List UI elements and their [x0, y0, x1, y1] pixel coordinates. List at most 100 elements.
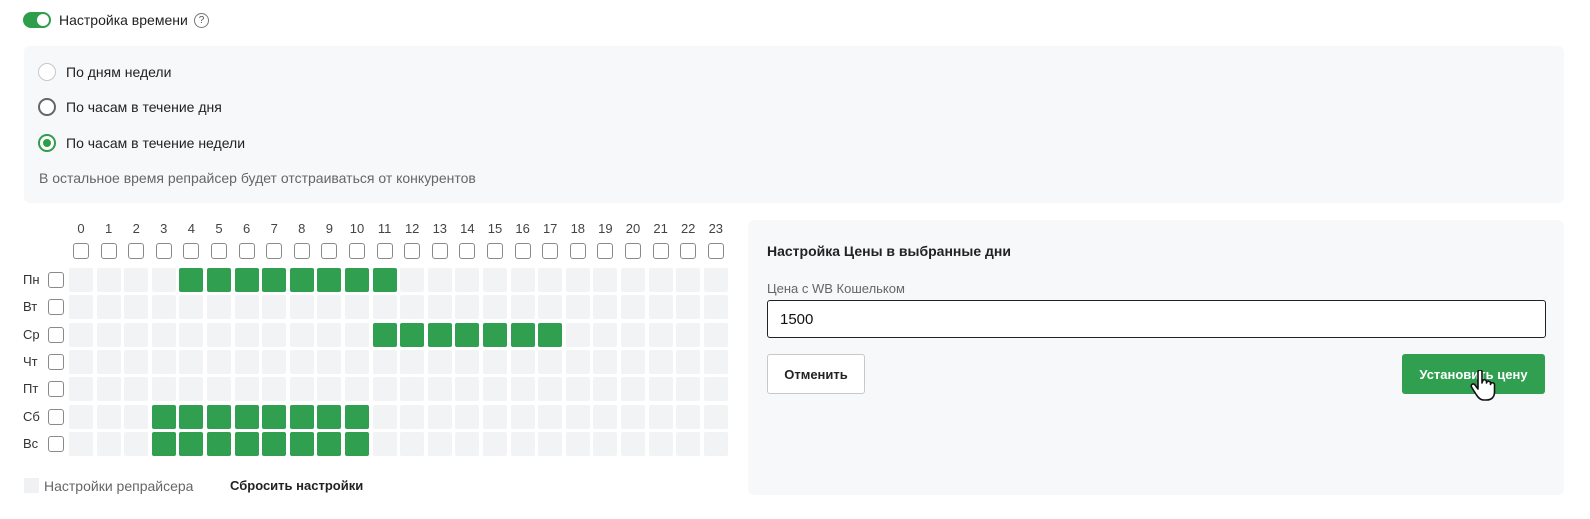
schedule-cell[interactable] — [207, 377, 231, 402]
schedule-cell[interactable] — [124, 268, 149, 292]
hour-column-checkbox[interactable] — [238, 243, 255, 259]
schedule-cell[interactable] — [262, 377, 287, 402]
schedule-cell[interactable] — [593, 377, 618, 402]
schedule-cell[interactable] — [262, 349, 287, 374]
radio-button[interactable] — [38, 63, 56, 81]
schedule-cell[interactable] — [510, 349, 535, 374]
schedule-cell[interactable] — [455, 404, 480, 429]
day-row-checkbox[interactable] — [48, 408, 64, 425]
schedule-cell[interactable] — [96, 404, 121, 429]
schedule-cell[interactable] — [96, 268, 121, 292]
schedule-cell[interactable] — [565, 268, 590, 292]
schedule-cell-selected[interactable] — [207, 268, 231, 292]
schedule-cell[interactable] — [676, 268, 701, 292]
schedule-cell[interactable] — [510, 404, 535, 429]
schedule-cell-selected[interactable] — [400, 322, 425, 347]
hour-column-checkbox[interactable] — [211, 243, 227, 259]
schedule-cell[interactable] — [262, 295, 287, 320]
mode-option-weekdays[interactable]: По дням недели — [38, 61, 171, 83]
schedule-cell[interactable] — [510, 268, 535, 292]
schedule-cell[interactable] — [427, 295, 452, 320]
schedule-cell[interactable] — [372, 431, 397, 456]
schedule-cell-selected[interactable] — [372, 268, 397, 292]
hour-column-checkbox[interactable] — [376, 243, 393, 259]
day-row-checkbox[interactable] — [48, 435, 64, 452]
schedule-cell[interactable] — [207, 322, 231, 347]
schedule-cell[interactable] — [648, 295, 673, 320]
schedule-cell-selected[interactable] — [317, 404, 342, 429]
schedule-cell[interactable] — [676, 295, 701, 320]
schedule-cell[interactable] — [427, 431, 452, 456]
hour-column-checkbox[interactable] — [625, 243, 641, 259]
schedule-cell[interactable] — [510, 377, 535, 402]
schedule-cell[interactable] — [538, 349, 563, 374]
schedule-cell[interactable] — [179, 295, 204, 320]
schedule-cell[interactable] — [234, 322, 259, 347]
hour-column-checkbox[interactable] — [183, 243, 200, 259]
schedule-cell[interactable] — [179, 349, 204, 374]
schedule-cell[interactable] — [427, 377, 452, 402]
schedule-cell[interactable] — [621, 404, 645, 429]
schedule-cell-selected[interactable] — [538, 322, 563, 347]
schedule-cell[interactable] — [151, 349, 176, 374]
schedule-cell[interactable] — [289, 377, 314, 402]
schedule-cell[interactable] — [455, 431, 480, 456]
schedule-cell[interactable] — [621, 431, 645, 456]
cancel-button[interactable]: Отменить — [767, 354, 865, 394]
schedule-cell[interactable] — [455, 268, 480, 292]
hour-column-checkbox[interactable] — [487, 243, 503, 259]
hour-column-checkbox[interactable] — [597, 243, 614, 259]
schedule-cell[interactable] — [593, 404, 618, 429]
schedule-cell[interactable] — [538, 268, 563, 292]
schedule-cell[interactable] — [289, 295, 314, 320]
schedule-cell[interactable] — [593, 431, 618, 456]
reset-settings-link[interactable]: Сбросить настройки — [230, 478, 363, 493]
schedule-cell[interactable] — [565, 404, 590, 429]
schedule-cell[interactable] — [703, 404, 728, 429]
schedule-cell[interactable] — [621, 268, 645, 292]
schedule-cell[interactable] — [703, 349, 728, 374]
schedule-cell[interactable] — [96, 322, 121, 347]
schedule-cell-selected[interactable] — [151, 431, 176, 456]
schedule-cell[interactable] — [400, 431, 425, 456]
schedule-cell[interactable] — [427, 349, 452, 374]
schedule-cell[interactable] — [676, 322, 701, 347]
schedule-cell[interactable] — [151, 295, 176, 320]
hour-column-checkbox[interactable] — [293, 243, 310, 259]
schedule-cell[interactable] — [621, 295, 645, 320]
hour-column-checkbox[interactable] — [680, 243, 697, 259]
schedule-cell-selected[interactable] — [234, 404, 259, 429]
schedule-cell[interactable] — [455, 377, 480, 402]
day-row-checkbox[interactable] — [48, 381, 64, 398]
radio-button-checked[interactable] — [38, 134, 56, 152]
hour-column-checkbox[interactable] — [459, 243, 476, 259]
radio-button[interactable] — [38, 98, 56, 116]
schedule-cell[interactable] — [510, 295, 535, 320]
schedule-cell[interactable] — [565, 322, 590, 347]
schedule-cell-selected[interactable] — [289, 404, 314, 429]
schedule-cell[interactable] — [372, 349, 397, 374]
schedule-cell-selected[interactable] — [179, 268, 204, 292]
schedule-cell-selected[interactable] — [483, 322, 507, 347]
schedule-cell-selected[interactable] — [179, 404, 204, 429]
schedule-cell-selected[interactable] — [262, 404, 287, 429]
schedule-cell[interactable] — [69, 431, 93, 456]
schedule-cell[interactable] — [455, 295, 480, 320]
schedule-cell[interactable] — [703, 377, 728, 402]
schedule-cell[interactable] — [483, 431, 507, 456]
schedule-cell[interactable] — [621, 322, 645, 347]
schedule-cell[interactable] — [538, 404, 563, 429]
schedule-cell[interactable] — [593, 268, 618, 292]
question-icon[interactable]: ? — [194, 13, 209, 28]
schedule-cell[interactable] — [648, 431, 673, 456]
schedule-cell[interactable] — [510, 431, 535, 456]
schedule-cell[interactable] — [317, 322, 342, 347]
schedule-cell[interactable] — [483, 377, 507, 402]
schedule-cell[interactable] — [234, 377, 259, 402]
hour-column-checkbox[interactable] — [73, 243, 89, 259]
schedule-cell[interactable] — [317, 377, 342, 402]
schedule-cell[interactable] — [317, 349, 342, 374]
hour-column-checkbox[interactable] — [266, 243, 283, 259]
schedule-cell[interactable] — [676, 404, 701, 429]
schedule-cell[interactable] — [124, 431, 149, 456]
